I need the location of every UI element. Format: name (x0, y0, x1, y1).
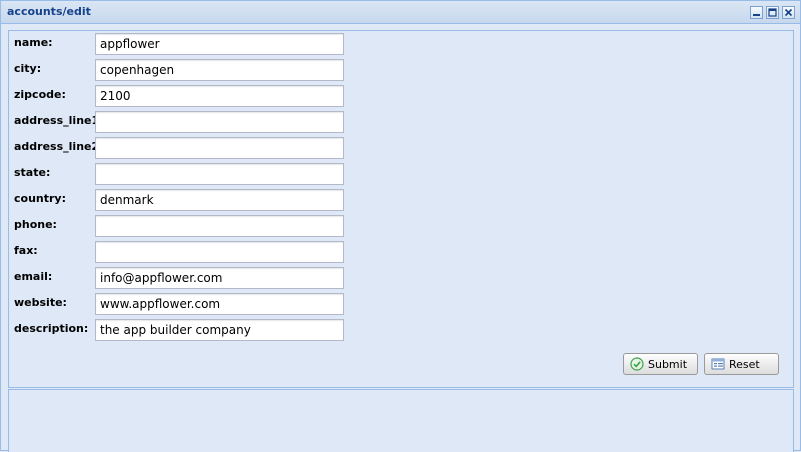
form-row-state: state: (14, 163, 354, 185)
form-panel: name: appflower city: copenhagen zipcode… (8, 30, 794, 388)
maximize-icon[interactable] (766, 6, 779, 19)
window-titlebar[interactable]: accounts/edit (1, 1, 800, 24)
field-label: zipcode: (14, 88, 66, 101)
form-row-address-line2: address_line2: (14, 137, 354, 159)
field-label: description: (14, 322, 89, 335)
website-field[interactable]: www.appflower.com (95, 293, 344, 315)
form-row-country: country: denmark (14, 189, 354, 211)
submit-label: Submit (648, 357, 688, 371)
email-field[interactable]: info@appflower.com (95, 267, 344, 289)
form-row-name: name: appflower (14, 33, 354, 55)
window-title: accounts/edit (7, 5, 91, 18)
name-field[interactable]: appflower (95, 33, 344, 55)
address-line1-field[interactable] (95, 111, 344, 133)
edit-window: accounts/edit name: appflower city: cope… (0, 0, 801, 452)
phone-field[interactable] (95, 215, 344, 237)
form-row-city: city: copenhagen (14, 59, 354, 81)
field-label: address_line2: (14, 140, 104, 153)
field-label: city: (14, 62, 42, 75)
form-row-email: email: info@appflower.com (14, 267, 354, 289)
zipcode-field[interactable]: 2100 (95, 85, 344, 107)
field-label: address_line1: (14, 114, 104, 127)
form-reset-icon (711, 358, 725, 370)
fax-field[interactable] (95, 241, 344, 263)
field-label: country: (14, 192, 66, 205)
address-line2-field[interactable] (95, 137, 344, 159)
form-row-phone: phone: (14, 215, 354, 237)
field-label: fax: (14, 244, 38, 257)
state-field[interactable] (95, 163, 344, 185)
field-label: email: (14, 270, 53, 283)
reset-button[interactable]: Reset (704, 353, 779, 375)
field-label: name: (14, 36, 53, 49)
city-field[interactable]: copenhagen (95, 59, 344, 81)
window-tools (750, 6, 795, 19)
description-field[interactable]: the app builder company (95, 319, 344, 341)
form-row-fax: fax: (14, 241, 354, 263)
submit-button[interactable]: Submit (623, 353, 698, 375)
field-label: state: (14, 166, 51, 179)
form-row-zipcode: zipcode: 2100 (14, 85, 354, 107)
lower-panel (8, 389, 794, 452)
form-row-address-line1: address_line1: (14, 111, 354, 133)
country-field[interactable]: denmark (95, 189, 344, 211)
form-row-description: description: the app builder company (14, 319, 354, 341)
checkmark-icon (630, 357, 644, 371)
form-row-website: website: www.appflower.com (14, 293, 354, 315)
minimize-icon[interactable] (750, 6, 763, 19)
reset-label: Reset (729, 357, 760, 371)
close-icon[interactable] (782, 6, 795, 19)
field-label: phone: (14, 218, 57, 231)
field-label: website: (14, 296, 67, 309)
